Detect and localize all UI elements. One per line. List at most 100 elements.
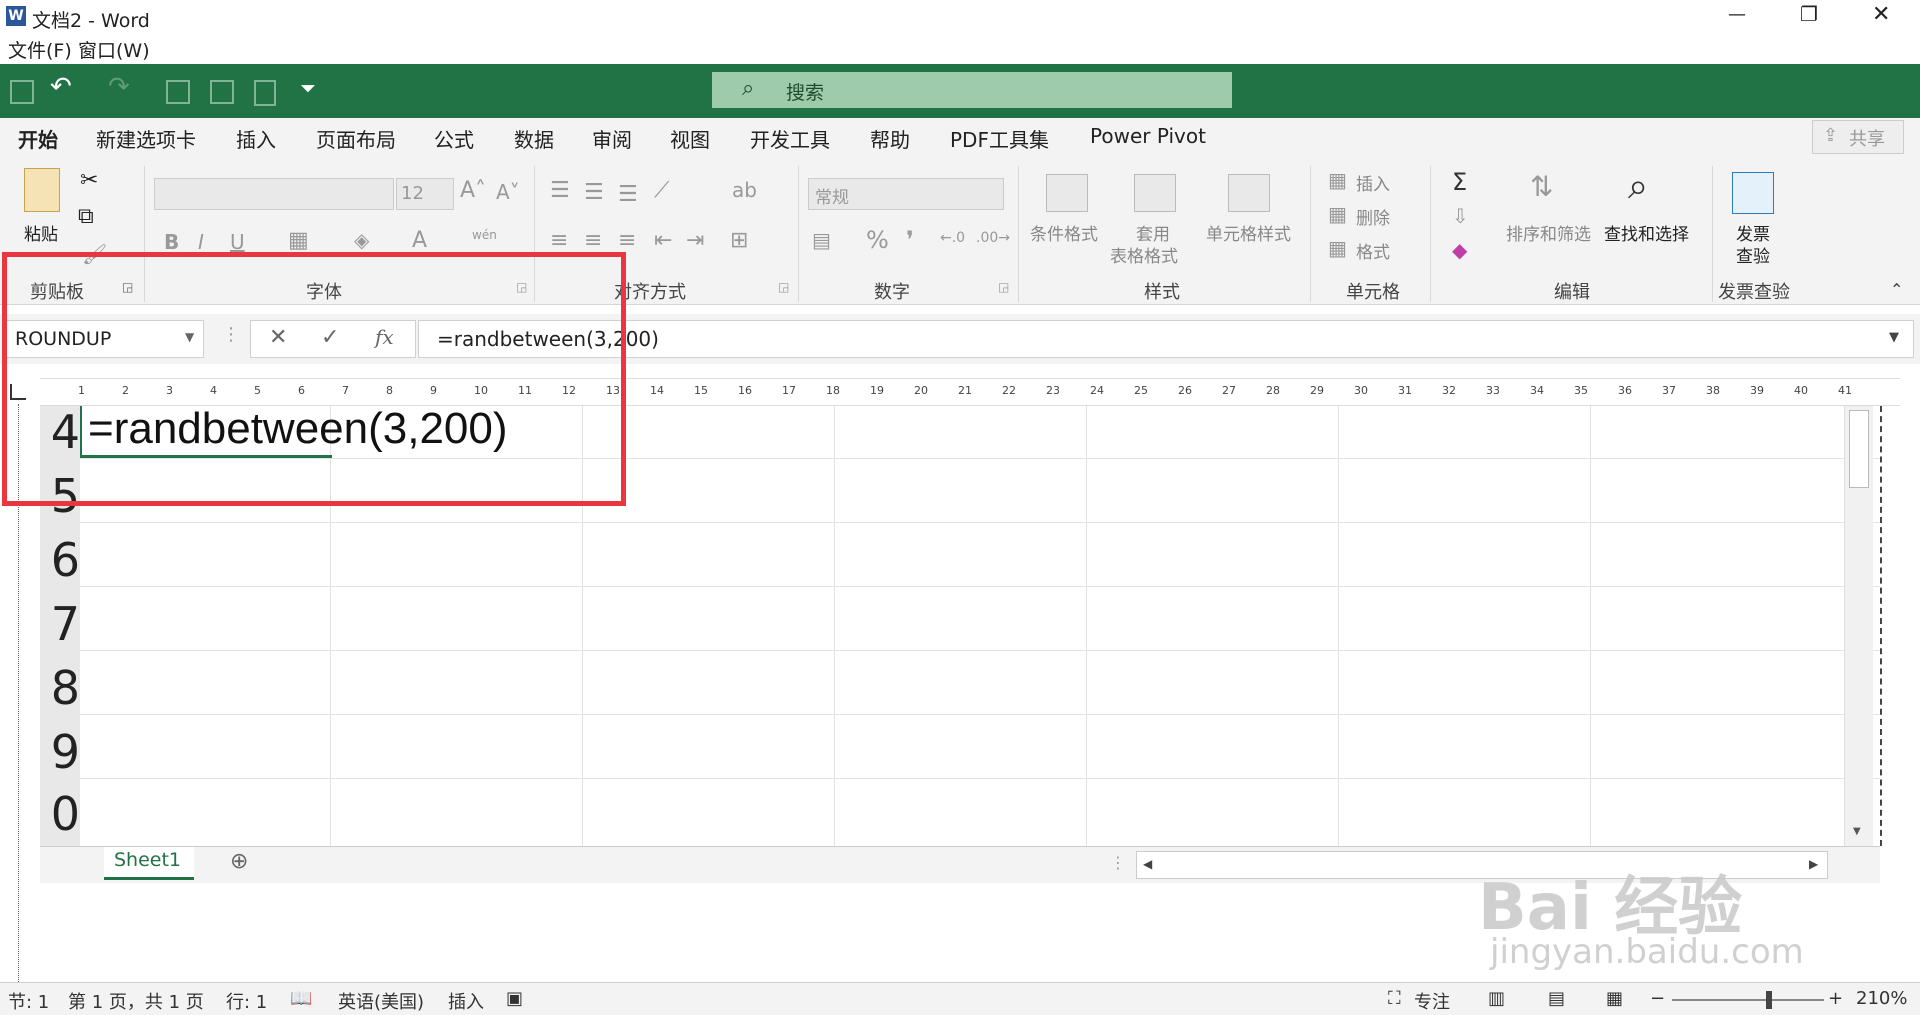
splitter-icon[interactable]: ⋮ [1110, 853, 1126, 872]
formula-input[interactable]: =randbetween(3,200) ▼ [418, 320, 1914, 358]
percent-icon[interactable]: % [866, 226, 889, 254]
format-cells-icon[interactable]: ▦ [1328, 236, 1347, 260]
insert-cells-icon[interactable]: ▦ [1328, 168, 1347, 192]
tab-formulas[interactable]: 公式 [434, 124, 474, 153]
close-button[interactable]: ✕ [1872, 2, 1890, 27]
expand-formula-icon[interactable]: ▼ [1889, 330, 1899, 345]
add-sheet-icon[interactable]: ⊕ [230, 849, 248, 874]
zoom-slider-thumb[interactable] [1766, 991, 1772, 1009]
document-icon[interactable] [254, 80, 276, 106]
border-icon[interactable]: ▦ [288, 228, 309, 253]
font-color-icon[interactable]: A [412, 228, 427, 253]
tab-view[interactable]: 视图 [670, 124, 710, 153]
cell-styles-icon[interactable] [1228, 174, 1270, 212]
align-right-icon[interactable]: ≡ [618, 228, 636, 253]
status-line[interactable]: 行: 1 [226, 988, 267, 1014]
macro-icon[interactable]: ▣ [506, 988, 523, 1009]
delete-cells-icon[interactable]: ▦ [1328, 202, 1347, 226]
focus-icon[interactable]: ⛶ [1388, 988, 1401, 1009]
row-number[interactable]: 8 [40, 658, 80, 718]
redo-icon[interactable]: ↷ [108, 72, 130, 102]
tab-review[interactable]: 审阅 [592, 124, 632, 153]
row-number[interactable]: 7 [40, 594, 80, 654]
clear-icon[interactable]: ◆ [1452, 238, 1467, 262]
invoice-label-2[interactable]: 查验 [1736, 242, 1770, 267]
insert-cells-label[interactable]: 插入 [1356, 170, 1390, 195]
wrap-text-icon[interactable]: ab [732, 178, 757, 202]
status-language[interactable]: 英语(美国) [338, 988, 424, 1014]
customize-qat-icon[interactable]: ⏷ [300, 76, 316, 100]
copy-icon[interactable]: ⧉ [78, 204, 94, 229]
align-bottom-icon[interactable]: ☰ [618, 182, 638, 207]
underline-icon[interactable]: U [230, 230, 245, 254]
orientation-icon[interactable]: ⟋ [654, 178, 669, 203]
tab-insert[interactable]: 插入 [236, 124, 276, 153]
minimize-button[interactable]: — [1728, 4, 1746, 25]
align-middle-icon[interactable]: ☰ [584, 180, 604, 205]
fill-color-icon[interactable]: ◈ [354, 228, 369, 252]
status-mode[interactable]: 插入 [448, 988, 484, 1014]
zoom-slider[interactable] [1672, 991, 1824, 1009]
align-top-icon[interactable]: ☰ [550, 178, 570, 203]
web-layout-icon[interactable]: ▦ [1606, 988, 1623, 1009]
phonetic-label[interactable]: wén [472, 228, 497, 242]
format-as-table-icon[interactable] [1134, 174, 1176, 212]
row-number[interactable]: 0 [40, 784, 80, 844]
row-number[interactable]: 9 [40, 722, 80, 782]
increase-decimal-icon[interactable]: ←.0 [940, 230, 965, 246]
find-select-icon[interactable]: ⌕ [1628, 166, 1648, 208]
proofing-icon[interactable]: 📖 [290, 988, 312, 1009]
bold-icon[interactable]: B [164, 230, 179, 254]
invoice-check-icon[interactable] [1732, 172, 1774, 214]
status-focus[interactable]: 专注 [1414, 988, 1450, 1014]
read-mode-icon[interactable]: ▥ [1488, 988, 1505, 1009]
undo-icon[interactable]: ↶ [50, 72, 72, 102]
status-page[interactable]: 第 1 页，共 1 页 [68, 988, 204, 1014]
paste-label[interactable]: 粘贴 [24, 220, 58, 245]
delete-cells-label[interactable]: 删除 [1356, 204, 1390, 229]
fill-icon[interactable]: ⇩ [1452, 204, 1469, 228]
align-center-icon[interactable]: ≡ [584, 228, 602, 253]
status-zoom[interactable]: 210% [1856, 988, 1907, 1009]
scroll-thumb[interactable] [1849, 410, 1869, 488]
decrease-indent-icon[interactable]: ⇤ [654, 228, 672, 253]
share-button[interactable]: ⇪ 共享 [1812, 120, 1904, 154]
autosum-icon[interactable]: Σ [1452, 168, 1467, 196]
menu-file[interactable]: 文件(F) [8, 36, 72, 63]
tab-help[interactable]: 帮助 [870, 124, 910, 153]
merge-center-icon[interactable]: ⊞ [730, 228, 748, 253]
comma-icon[interactable]: ❜ [906, 226, 914, 254]
italic-icon[interactable]: I [198, 230, 204, 254]
print-icon[interactable] [210, 80, 234, 104]
number-launcher-icon[interactable]: ◲ [998, 280, 1009, 294]
alignment-launcher-icon[interactable]: ◲ [778, 280, 789, 294]
cell-styles-label[interactable]: 单元格样式 [1206, 220, 1291, 245]
accounting-icon[interactable]: ▤ [812, 228, 831, 252]
format-as-table-label-2[interactable]: 表格格式 [1110, 242, 1178, 267]
form-icon[interactable] [166, 80, 190, 104]
collapse-ribbon-icon[interactable]: ⌃ [1890, 280, 1903, 299]
format-cells-label[interactable]: 格式 [1356, 238, 1390, 263]
menu-window[interactable]: 窗口(W) [78, 36, 150, 63]
tab-power-pivot[interactable]: Power Pivot [1090, 124, 1206, 148]
font-name-box[interactable] [154, 178, 394, 210]
sort-filter-icon[interactable]: ⇅ [1530, 170, 1553, 203]
scroll-left-icon[interactable]: ◀ [1143, 857, 1152, 871]
search-box[interactable]: ⌕ 搜索 [712, 72, 1232, 108]
print-layout-icon[interactable]: ▤ [1548, 988, 1565, 1009]
tab-developer[interactable]: 开发工具 [750, 124, 830, 153]
zoom-in-icon[interactable]: + [1828, 988, 1843, 1009]
vertical-scrollbar[interactable]: ▼ [1844, 406, 1873, 846]
tab-data[interactable]: 数据 [514, 124, 554, 153]
tab-page-layout[interactable]: 页面布局 [316, 124, 396, 153]
align-left-icon[interactable]: ≡ [550, 228, 568, 253]
font-size-box[interactable]: 12 [396, 178, 454, 210]
row-number[interactable]: 6 [40, 530, 80, 590]
save-icon[interactable] [10, 80, 34, 104]
shrink-font-icon[interactable]: A˅ [496, 180, 520, 204]
sheet-tab[interactable]: Sheet1 [104, 847, 194, 880]
decrease-decimal-icon[interactable]: .00→ [976, 230, 1010, 246]
restore-button[interactable]: ❐ [1800, 2, 1818, 26]
sort-filter-label[interactable]: 排序和筛选 [1506, 220, 1591, 245]
paste-icon[interactable] [24, 168, 60, 212]
